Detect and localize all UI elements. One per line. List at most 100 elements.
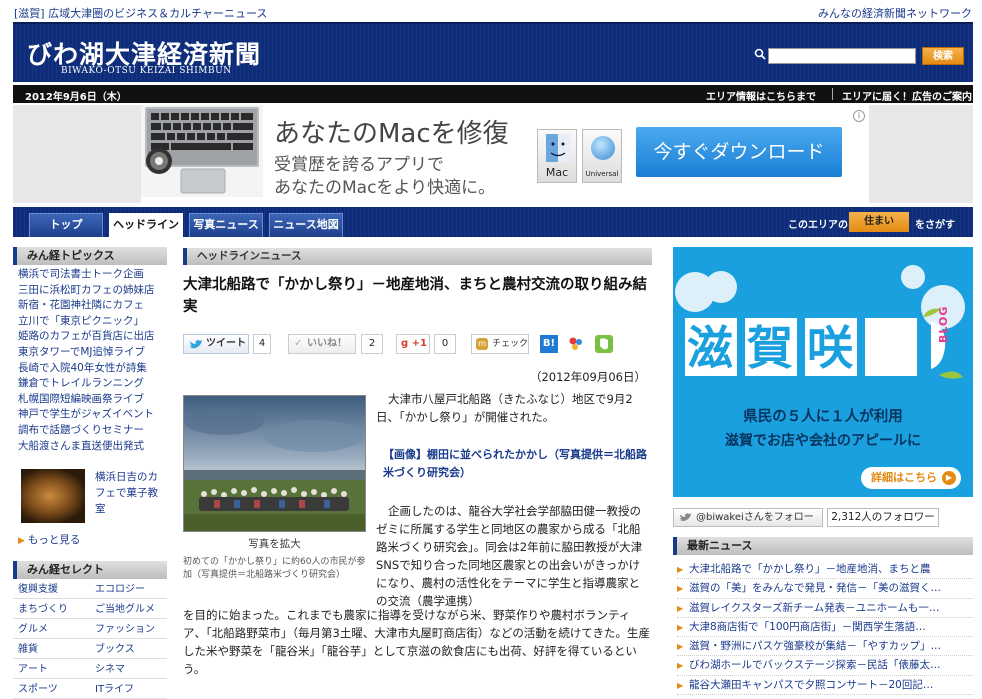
select-item[interactable]: グルメ bbox=[13, 620, 90, 639]
list-item[interactable]: 神戸で学生がジャズイベント bbox=[13, 406, 167, 422]
evernote-icon[interactable] bbox=[595, 335, 613, 353]
list-item[interactable]: 滋賀・野洲にパスケ強豪校が集結－「やすカップ」… bbox=[677, 637, 973, 657]
section-header: ヘッドラインニュース bbox=[183, 248, 652, 265]
tweet-button[interactable]: ツイート bbox=[183, 334, 249, 354]
region-tagline-link[interactable]: [滋賀] 広域大津圏のビジネス＆カルチャーニュース bbox=[14, 5, 267, 21]
select-item[interactable]: ITライフ bbox=[90, 680, 167, 699]
area-info-link[interactable]: エリア情報はこちらまで bbox=[706, 88, 816, 103]
housing-search-button[interactable]: 住まい bbox=[849, 212, 909, 232]
gplus-label: +1 bbox=[411, 338, 427, 349]
hatena-bookmark-icon[interactable]: B! bbox=[540, 335, 558, 353]
tab-top[interactable]: トップ bbox=[29, 213, 103, 237]
article-paragraph: 大津市八屋戸北船路（きたふなじ）地区で9月2日、「かかし祭り」が開催された。 bbox=[376, 392, 633, 424]
search-button[interactable]: 検索 bbox=[922, 47, 964, 65]
select-header: みん経セレクト bbox=[13, 561, 167, 579]
search-input[interactable] bbox=[768, 48, 916, 64]
laptop-image bbox=[141, 105, 263, 197]
finder-face-icon bbox=[546, 134, 570, 162]
tweet-count: 4 bbox=[253, 334, 271, 354]
featured-topic-text[interactable]: 横浜日吉のカフェで菓子教室 bbox=[95, 469, 167, 517]
more-topics-link[interactable]: ▶ もっと見る bbox=[18, 532, 80, 547]
select-item[interactable]: まちづくり bbox=[13, 600, 90, 619]
select-item[interactable]: ブックス bbox=[90, 640, 167, 659]
topics-header: みん経トピックス bbox=[13, 247, 167, 265]
list-item[interactable]: 横浜で司法書士トーク企画 bbox=[13, 266, 167, 282]
like-button[interactable]: ✓ いいね！ bbox=[288, 334, 356, 354]
tweet-label: ツイート bbox=[206, 338, 246, 349]
top-strip: [滋賀] 広域大津圏のビジネス＆カルチャーニュース みんなの経済新聞ネットワーク bbox=[0, 0, 982, 22]
mixi-icon: m bbox=[476, 338, 488, 350]
banner-line-2: 滋賀でお店や会社のアピールに bbox=[725, 433, 921, 449]
list-item[interactable]: 札幌国際短編映画祭ライブ bbox=[13, 391, 167, 407]
select-item[interactable]: ご当地グルメ bbox=[90, 600, 167, 619]
follow-label: @biwakeiさんをフォロー bbox=[696, 512, 814, 523]
article-paragraph: を目的に始まった。これまでも農家に指導を受けながら米、野菜作りや農村ボランティア… bbox=[183, 608, 650, 676]
universal-ball-icon bbox=[591, 136, 615, 160]
article-title: 大津北船路で「かかし祭り」－地産地消、まちと農村交流の取り組み結実 bbox=[183, 277, 647, 315]
list-item[interactable]: 立川で「東京ピクニック」 bbox=[13, 313, 167, 329]
ad-info-icon[interactable]: i bbox=[853, 110, 865, 122]
mac-label: Mac bbox=[545, 166, 569, 179]
list-item[interactable]: 姫路のカフェが百貨店に出店 bbox=[13, 328, 167, 344]
ad-subline-1: 受賞歴を誇るアプリで bbox=[274, 155, 444, 175]
list-item[interactable]: 鎌倉でトレイルランニング bbox=[13, 375, 167, 391]
social-buttons: ツイート 4 ✓ いいね！ 2 g +1 0 m チェック B! bbox=[183, 332, 652, 356]
share-icon[interactable] bbox=[568, 336, 584, 352]
article-photo[interactable] bbox=[183, 395, 366, 532]
divider bbox=[832, 88, 833, 100]
select-item[interactable]: スポーツ bbox=[13, 680, 90, 699]
list-item[interactable]: 長崎で入院40年女性が詩集 bbox=[13, 360, 167, 376]
list-item[interactable]: びわ湖ホールでバックステージ探索－民話「俵藤太… bbox=[677, 656, 973, 676]
select-item[interactable]: シネマ bbox=[90, 660, 167, 679]
thumbs-up-icon: ✓ bbox=[294, 338, 303, 349]
twitter-follow-button[interactable]: @biwakeiさんをフォロー bbox=[673, 508, 823, 527]
ad-subline-2: あなたのMacをより快適に。 bbox=[274, 178, 496, 198]
banner-blog-label: BLOG bbox=[937, 305, 950, 343]
twitter-bird-icon bbox=[190, 340, 202, 349]
ad-guide-link[interactable]: エリアに届く！広告のご案内 bbox=[842, 88, 972, 103]
tab-news-map[interactable]: ニュース地図 bbox=[269, 213, 343, 237]
select-item[interactable]: 雑貨 bbox=[13, 640, 90, 659]
list-item[interactable]: 東京タワーでMJ追悼ライブ bbox=[13, 344, 167, 360]
arrow-right-icon: ▶ bbox=[942, 471, 956, 485]
twitter-bird-icon bbox=[679, 513, 692, 522]
ad-banner[interactable]: あなたのMacを修復 受賞歴を誇るアプリで あなたのMacをより快適に。 Mac… bbox=[141, 105, 869, 203]
list-item[interactable]: 大津北船路で「かかし祭り」－地産地消、まちと農 bbox=[677, 560, 973, 580]
google-plus-button[interactable]: g +1 bbox=[396, 334, 430, 354]
tab-photo-news[interactable]: 写真ニュース bbox=[189, 213, 263, 237]
list-item[interactable]: 三田に浜松町カフェの姉妹店 bbox=[13, 282, 167, 298]
select-item[interactable]: アート bbox=[13, 660, 90, 679]
list-item[interactable]: 調布で話題づくりセミナー bbox=[13, 422, 167, 438]
list-item[interactable]: 新宿・花園神社隣にカフェ bbox=[13, 297, 167, 313]
photo-enlarge-link[interactable]: 写真を拡大 bbox=[183, 536, 366, 551]
topics-list: 横浜で司法書士トーク企画 三田に浜松町カフェの姉妹店 新宿・花園神社隣にカフェ … bbox=[13, 266, 167, 453]
list-item[interactable]: 滋賀レイクスターズ新チーム発表－ユニホームも一… bbox=[677, 599, 973, 618]
list-item[interactable]: 龍谷大瀬田キャンパスで夕照コンサート－20回記… bbox=[677, 676, 973, 696]
ad-download-button[interactable]: 今すぐダウンロード bbox=[636, 127, 842, 177]
like-count: 2 bbox=[361, 334, 383, 354]
select-item[interactable]: ファッション bbox=[90, 620, 167, 639]
banner-detail-label: 詳細はこちら bbox=[871, 471, 937, 484]
latest-news-header: 最新ニュース bbox=[673, 537, 973, 555]
list-item[interactable]: 大船渡さんま直送便出発式 bbox=[13, 438, 167, 454]
latest-news-list: 大津北船路で「かかし祭り」－地産地消、まちと農 滋賀の「美」をみんなで発見・発信… bbox=[677, 560, 973, 696]
triangle-icon: ▶ bbox=[18, 536, 25, 546]
area-search-prefix: このエリアの bbox=[788, 220, 848, 231]
featured-topic[interactable]: 横浜日吉のカフェで菓子教室 bbox=[13, 465, 167, 527]
masthead: びわ湖大津経済新聞 BIWAKO-OTSU KEIZAI SHIMBUN 検索 bbox=[13, 22, 973, 82]
gplus-count: 0 bbox=[434, 334, 456, 354]
area-search-suffix: をさがす bbox=[915, 220, 955, 231]
ad-band: あなたのMacを修復 受賞歴を誇るアプリで あなたのMacをより快適に。 Mac… bbox=[13, 105, 973, 203]
article-date: （2012年09月06日） bbox=[529, 370, 646, 384]
featured-thumbnail[interactable] bbox=[21, 469, 85, 523]
network-link[interactable]: みんなの経済新聞ネットワーク bbox=[818, 5, 972, 21]
shiga-saku-blog-banner[interactable]: 滋賀咲く BLOG 県民の５人に１人が利用 滋賀でお店や会社のアピールに 詳細は… bbox=[673, 247, 973, 497]
select-item[interactable]: 復興支援 bbox=[13, 580, 90, 599]
list-item[interactable]: 大津8商店街で「100円商店街」－関西学生落語… bbox=[677, 618, 973, 638]
image-link[interactable]: 【画像】棚田に並べられたかかし（写真提供＝北船路米づくり研究会） bbox=[383, 446, 653, 482]
list-item[interactable]: 滋賀の「美」をみんなで発見・発信－「美の滋賀く… bbox=[677, 579, 973, 599]
tab-headline[interactable]: ヘッドライン bbox=[109, 213, 183, 237]
banner-detail-button[interactable]: 詳細はこちら ▶ bbox=[861, 467, 961, 489]
select-item[interactable]: エコロジー bbox=[90, 580, 167, 599]
mixi-check-button[interactable]: m チェック bbox=[471, 334, 529, 354]
